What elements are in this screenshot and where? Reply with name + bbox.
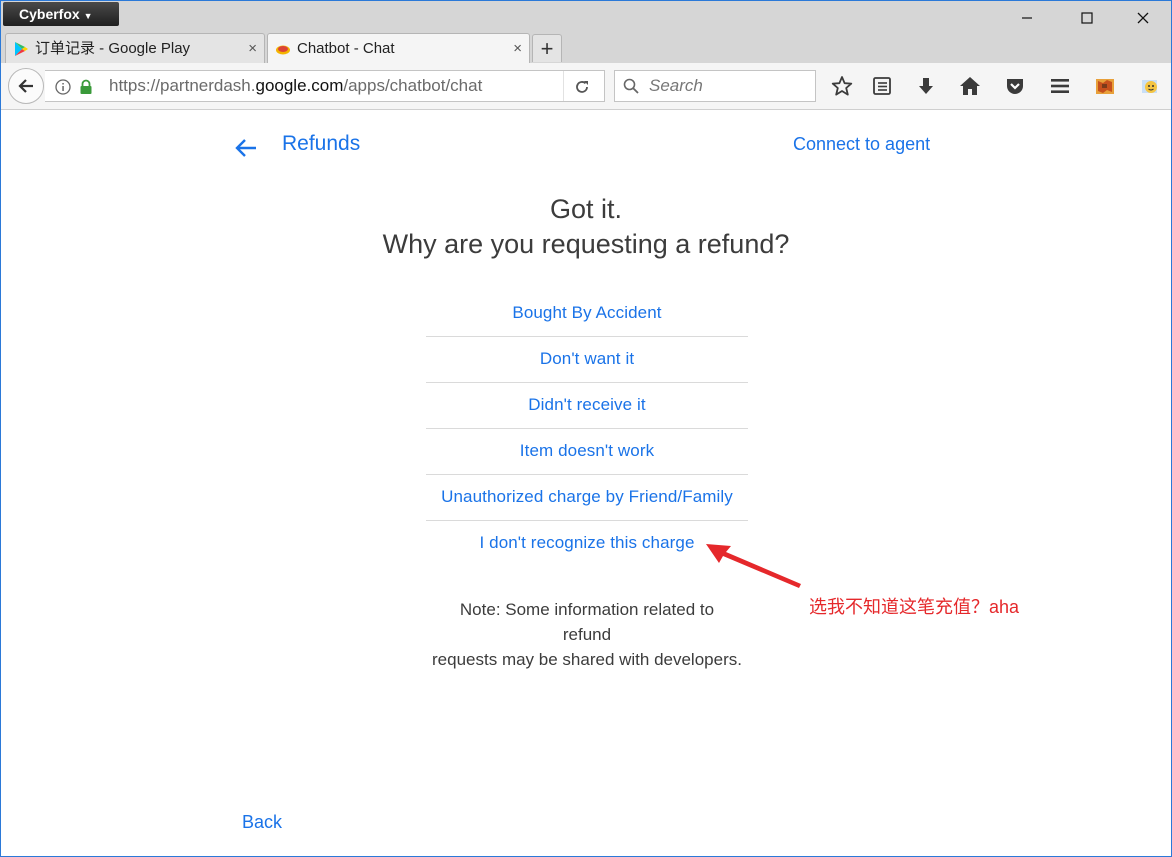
app-menu-button[interactable]: Cyberfox ▼ <box>3 2 119 26</box>
chatbot-page: Refunds Connect to agent Got it. Why are… <box>1 110 1171 856</box>
url-domain: google.com <box>255 76 344 95</box>
heading-got-it: Got it. <box>549 194 623 224</box>
bookmark-star-icon[interactable] <box>831 75 853 97</box>
tab-google-play[interactable]: 订单记录 - Google Play × <box>5 33 265 63</box>
heading-question: Why are you requesting a refund? <box>382 229 790 259</box>
url-prefix: https://partnerdash. <box>109 76 256 95</box>
reload-icon <box>576 81 588 94</box>
download-icon[interactable] <box>915 75 937 97</box>
annotation-arrow-icon <box>706 544 801 588</box>
url-bar[interactable]: https://partnerdash.google.com/apps/chat… <box>45 70 605 102</box>
nav-bar: https://partnerdash.google.com/apps/chat… <box>1 63 1171 110</box>
reader-list-icon[interactable] <box>871 75 893 97</box>
reason-option-dont-recognize-charge[interactable]: I don't recognize this charge <box>426 521 748 566</box>
tab-label: Chatbot - Chat <box>297 40 395 57</box>
close-window-button[interactable] <box>1115 1 1171 35</box>
url-text: https://partnerdash.google.com/apps/chat… <box>109 71 529 101</box>
refund-reason-list: Bought By Accident Don't want it Didn't … <box>426 291 748 566</box>
tab-close-button[interactable]: × <box>513 34 522 63</box>
close-icon <box>1137 12 1149 24</box>
reason-option-dont-want-it[interactable]: Don't want it <box>426 337 748 383</box>
extension-map-icon[interactable] <box>1094 75 1116 97</box>
reason-option-unauthorized-charge[interactable]: Unauthorized charge by Friend/Family <box>426 475 748 521</box>
app-name: Cyberfox <box>19 6 80 22</box>
reason-option-didnt-receive-it[interactable]: Didn't receive it <box>426 383 748 429</box>
title-bar: Cyberfox ▼ 订单记录 - Google Play × Chatbot … <box>1 1 1171 67</box>
note-line: refund <box>562 625 612 644</box>
tab-chatbot[interactable]: Chatbot - Chat × <box>267 33 530 63</box>
pocket-icon[interactable] <box>1004 75 1026 97</box>
browser-window: Cyberfox ▼ 订单记录 - Google Play × Chatbot … <box>0 0 1172 857</box>
search-icon <box>623 78 639 94</box>
reload-button[interactable] <box>563 71 600 101</box>
back-link[interactable]: Back <box>242 812 282 833</box>
maximize-button[interactable] <box>1059 1 1115 35</box>
chevron-down-icon: ▼ <box>83 11 93 21</box>
search-placeholder: Search <box>649 76 703 95</box>
reason-option-bought-by-accident[interactable]: Bought By Accident <box>426 291 748 337</box>
minimize-icon <box>1022 17 1032 19</box>
hamburger-menu-icon[interactable] <box>1049 75 1071 97</box>
search-box[interactable]: Search <box>614 70 816 102</box>
reason-option-item-doesnt-work[interactable]: Item doesn't work <box>426 429 748 475</box>
lock-icon <box>80 79 92 94</box>
new-tab-button[interactable]: + <box>532 34 562 62</box>
back-arrow-icon[interactable] <box>233 136 259 160</box>
maximize-icon <box>1081 12 1093 24</box>
connect-to-agent-link[interactable]: Connect to agent <box>793 134 930 155</box>
page-title: Refunds <box>282 132 361 155</box>
chatbot-icon <box>276 45 290 55</box>
tab-label: 订单记录 - Google Play <box>35 40 191 57</box>
annotation-text: 选我不知道这笔充值？aha <box>809 597 1020 617</box>
info-icon[interactable] <box>55 79 71 95</box>
url-path: /apps/chatbot/chat <box>343 76 483 95</box>
google-play-icon <box>15 42 28 56</box>
home-icon[interactable] <box>959 75 981 97</box>
privacy-note: Note: Some information related to refund… <box>387 597 787 672</box>
tab-close-button[interactable]: × <box>248 34 257 63</box>
note-line: requests may be shared with developers. <box>432 650 742 669</box>
extension-face-icon[interactable] <box>1139 75 1161 97</box>
note-line: Note: Some information related to <box>459 600 715 619</box>
back-arrow-icon <box>18 78 33 93</box>
minimize-button[interactable] <box>999 1 1055 35</box>
browser-back-button[interactable] <box>8 68 44 104</box>
